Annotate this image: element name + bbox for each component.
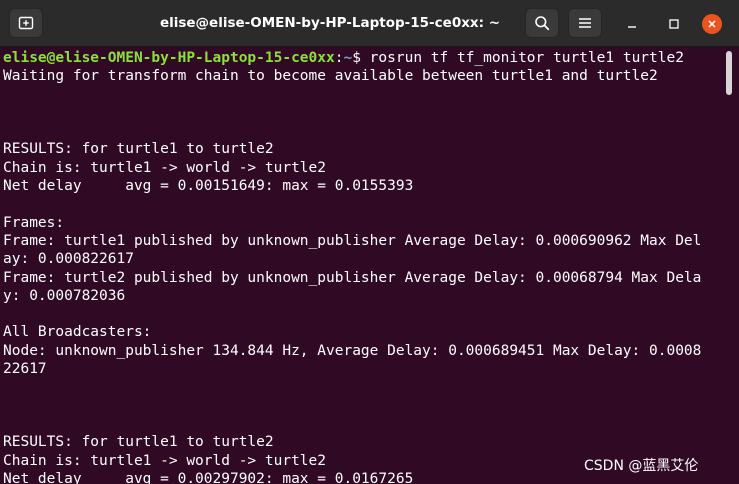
output-line: ay: 0.000822617 xyxy=(3,251,134,268)
hamburger-menu-icon xyxy=(579,18,591,28)
minimize-icon xyxy=(628,26,636,28)
output-line: Node: unknown_publisher 134.844 Hz, Aver… xyxy=(3,342,702,359)
window-title: elise@elise-OMEN-by-HP-Laptop-15-ce0xx: … xyxy=(159,15,501,31)
output-line: Chain is: turtle1 -> world -> turtle2 xyxy=(3,159,327,176)
minimize-button[interactable] xyxy=(622,14,642,34)
prompt-path: ~ xyxy=(343,50,353,66)
terminal-scrollbar[interactable] xyxy=(726,51,732,95)
output-line: RESULTS: for turtle1 to turtle2 xyxy=(3,434,274,451)
maximize-icon xyxy=(669,19,679,29)
search-button[interactable] xyxy=(525,8,559,38)
output-line: Frame: turtle1 published by unknown_publ… xyxy=(3,232,702,249)
menu-button[interactable] xyxy=(568,8,602,38)
new-tab-icon xyxy=(18,16,34,30)
output-line: Frame: turtle2 published by unknown_publ… xyxy=(3,269,702,286)
terminal-window: elise@elise-OMEN-by-HP-Laptop-15-ce0xx: … xyxy=(0,0,739,484)
prompt-symbol: $ xyxy=(352,50,370,66)
terminal-output[interactable]: elise@elise-OMEN-by-HP-Laptop-15-ce0xx:~… xyxy=(0,49,724,484)
maximize-button[interactable] xyxy=(664,14,684,34)
output-line: Frames: xyxy=(3,214,65,231)
output-line: Waiting for transform chain to become av… xyxy=(3,68,658,85)
output-line: RESULTS: for turtle1 to turtle2 xyxy=(3,141,274,158)
title-bar: elise@elise-OMEN-by-HP-Laptop-15-ce0xx: … xyxy=(0,0,739,47)
prompt-line: elise@elise-OMEN-by-HP-Laptop-15-ce0xx:~… xyxy=(0,49,724,67)
close-icon xyxy=(708,20,716,28)
output-lines: Waiting for transform chain to become av… xyxy=(0,67,724,484)
prompt-command: rosrun tf tf_monitor turtle1 turtle2 xyxy=(369,50,684,66)
close-button[interactable] xyxy=(702,14,722,34)
output-line: Net delay avg = 0.00151649: max = 0.0155… xyxy=(3,178,414,195)
prompt-user-host: elise@elise-OMEN-by-HP-Laptop-15-ce0xx xyxy=(3,50,335,66)
output-line: 22617 xyxy=(3,361,47,378)
output-line: y: 0.000782036 xyxy=(3,287,126,304)
output-line: All Broadcasters: xyxy=(3,324,152,341)
new-tab-button[interactable] xyxy=(9,8,43,38)
watermark: CSDN @蓝黑艾伦 xyxy=(584,458,699,474)
search-icon xyxy=(535,16,550,31)
